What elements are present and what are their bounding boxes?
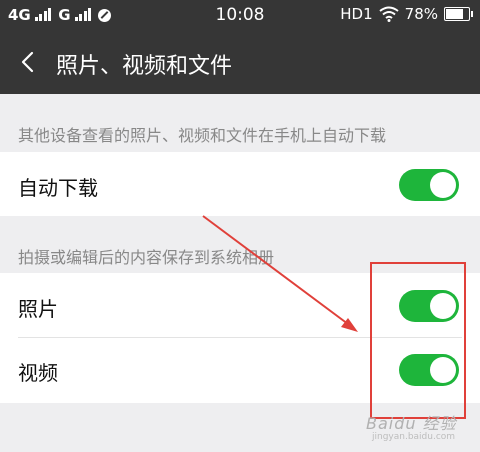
battery-percent: 78% [404, 5, 438, 23]
back-button[interactable] [14, 46, 44, 78]
setting-row-auto-download[interactable]: 自动下载 [0, 152, 480, 216]
page-title: 照片、视频和文件 [56, 54, 233, 79]
annotation-highlight-box [370, 262, 466, 419]
status-right: HD1 78% [340, 5, 473, 23]
watermark-logo: Baidu 经验 [366, 414, 457, 433]
setting-label-auto-download: 自动下载 [18, 176, 98, 200]
toggle-knob [430, 172, 456, 198]
battery-icon [444, 7, 473, 21]
setting-label-videos: 视频 [18, 361, 58, 385]
nav-bar: 照片、视频和文件 [0, 30, 480, 94]
section-header-auto-download: 其他设备查看的照片、视频和文件在手机上自动下载 [18, 126, 387, 145]
setting-label-photos: 照片 [18, 297, 58, 321]
wifi-icon [379, 6, 399, 22]
auto-download-toggle[interactable] [399, 169, 459, 201]
settings-card-auto-download: 自动下载 [0, 152, 480, 216]
watermark-url: jingyan.baidu.com [372, 432, 456, 442]
chevron-left-icon [21, 51, 34, 73]
section-header-save-to-album: 拍摄或编辑后的内容保存到系统相册 [18, 248, 275, 267]
status-bar: 4G G 10:08 HD1 78% [0, 0, 480, 30]
hd-indicator: HD1 [340, 5, 373, 23]
